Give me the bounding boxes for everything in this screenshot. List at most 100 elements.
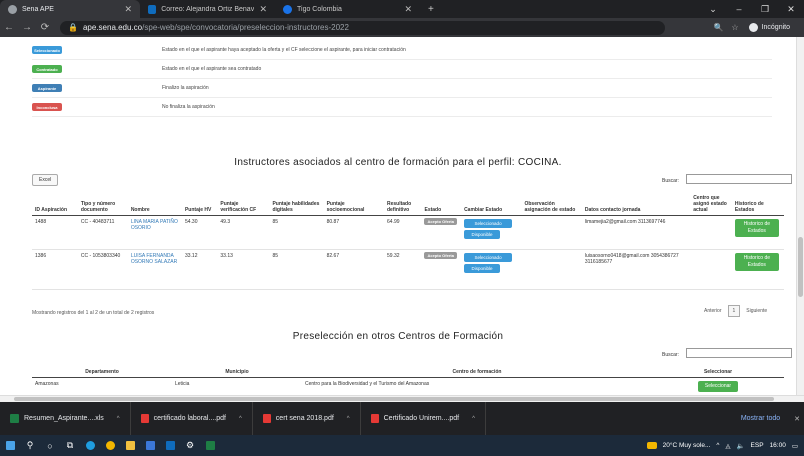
settings-icon[interactable]: ⚙ (180, 435, 200, 456)
status-badge: Aspirante (32, 84, 62, 92)
back-icon[interactable]: ← (0, 22, 18, 33)
address-bar-row: ← → ⟳ 🔒 ape.sena.edu.co /spe-web/spe/con… (0, 18, 804, 37)
instructores-table: ID Aspiración Tipo y número documento No… (32, 193, 784, 290)
globe-icon (8, 4, 17, 14)
pdf-file-icon (370, 414, 379, 423)
chrome-icon[interactable] (100, 435, 120, 456)
tab-search-icon[interactable]: ⌄ (700, 0, 726, 18)
status-badge: Seleccionado (32, 46, 62, 54)
vertical-scrollbar[interactable] (796, 37, 804, 395)
close-tab-icon[interactable]: ✕ (259, 4, 267, 15)
disponible-button[interactable]: Disponible (464, 264, 501, 273)
zoom-icon[interactable]: 🔍 (713, 23, 723, 32)
network-icon[interactable]: ◬ (725, 442, 730, 450)
historico-button[interactable]: Historico de Estados (734, 219, 779, 237)
table-row: 1386 CC - 1053803340 LUISA FERNANDA OSOR… (32, 249, 784, 290)
seleccionado-button[interactable]: Seleccionado (464, 253, 513, 262)
status-badge: Inconclusa (32, 103, 62, 111)
pdf-file-icon (140, 414, 149, 423)
forward-icon[interactable]: → (18, 22, 36, 33)
table-header-row: ID Aspiración Tipo y número documento No… (32, 193, 784, 216)
show-all-downloads-button[interactable]: Mostrar todo (727, 415, 794, 422)
close-tab-icon[interactable]: ✕ (124, 4, 132, 15)
excel-taskbar-icon[interactable] (200, 435, 220, 456)
minimize-icon[interactable]: – (726, 0, 752, 18)
tab-correo[interactable]: Correo: Alejandra Ortiz Benavide ✕ (140, 0, 275, 18)
chevron-up-icon[interactable]: ^ (239, 416, 242, 422)
new-tab-button[interactable]: + (420, 0, 442, 18)
legend-row: Contratado Estado en el que el aspirante… (32, 60, 772, 79)
chevron-up-icon[interactable]: ^ (472, 416, 475, 422)
reload-icon[interactable]: ⟳ (36, 22, 54, 33)
close-downloads-icon[interactable]: ✕ (794, 415, 804, 423)
outlook-icon (148, 4, 157, 14)
tab-tigo[interactable]: Tigo Colombia ✕ (275, 0, 420, 18)
download-item[interactable]: Resumen_Aspirante....xls ^ (0, 402, 131, 435)
prev-page-button[interactable]: Anterior (704, 308, 722, 314)
window-controls: ⌄ – ❐ ✕ (700, 0, 804, 18)
weather-widget[interactable]: 20°C Muy sole... (663, 442, 711, 449)
notifications-icon[interactable]: ▭ (792, 442, 798, 450)
system-tray: 20°C Muy sole... ^ ◬ 🔈 ESP 16:00 ▭ (646, 442, 804, 450)
search-input[interactable] (686, 174, 792, 184)
disponible-button[interactable]: Disponible (464, 230, 501, 239)
store-icon[interactable] (140, 435, 160, 456)
table-info: Mostrando registros del 1 al 2 de un tot… (32, 310, 155, 316)
table-row: 1488 CC - 40483711 LINA MARIA PATIÑO OSO… (32, 215, 784, 250)
otros-centros-table: Departamento Municipio Centro de formaci… (32, 367, 784, 395)
close-tab-icon[interactable]: ✕ (404, 4, 412, 15)
legend-row: Seleccionado Estado en el que el aspiran… (32, 41, 772, 60)
chevron-up-icon[interactable]: ^ (716, 442, 719, 449)
next-page-button[interactable]: Siguiente (746, 308, 767, 314)
table-header-row: Departamento Municipio Centro de formaci… (32, 367, 784, 378)
maximize-icon[interactable]: ❐ (752, 0, 778, 18)
incognito-icon (748, 23, 758, 32)
name-link[interactable]: LINA MARIA PATIÑO OSORIO (127, 215, 182, 250)
status-badge: Acepto Oferta (424, 252, 457, 259)
close-window-icon[interactable]: ✕ (778, 0, 804, 18)
lock-icon: 🔒 (68, 23, 78, 32)
excel-file-icon (10, 414, 19, 423)
section-title-otros-centros: Preselección en otros Centros de Formaci… (292, 331, 504, 342)
cortana-icon[interactable]: ○ (40, 435, 60, 456)
file-explorer-icon[interactable] (120, 435, 140, 456)
volume-icon[interactable]: 🔈 (736, 442, 744, 450)
star-icon[interactable]: ☆ (731, 23, 738, 32)
section-title-instructores: Instructores asociados al centro de form… (234, 157, 562, 168)
seleccionar-button[interactable]: Seleccionar (698, 381, 738, 392)
tab-sena-ape[interactable]: Sena APE ✕ (0, 0, 140, 18)
pagination: Anterior 1 Siguiente (704, 305, 767, 317)
download-item[interactable]: cert sena 2018.pdf ^ (253, 402, 361, 435)
language-indicator[interactable]: ESP (751, 442, 764, 449)
status-badge: Acepto Oferta (424, 218, 457, 225)
name-link[interactable]: LUISA FERNANDA OSORNO SALAZAR (127, 249, 182, 290)
search-input-centros[interactable] (686, 348, 792, 358)
windows-taskbar: ⚲ ○ ⧉ ⚙ 20°C Muy sole... ^ ◬ 🔈 ESP 16:00… (0, 435, 804, 456)
search-icon[interactable]: ⚲ (20, 435, 40, 456)
windows-start-icon[interactable] (0, 435, 20, 456)
downloads-bar: Resumen_Aspirante....xls ^ certificado l… (0, 402, 804, 435)
legend-row: Aspirante Finalizo la aspiración (32, 79, 772, 98)
legend-row: Inconclusa No finaliza la aspiración (32, 98, 772, 117)
url-field[interactable]: 🔒 ape.sena.edu.co /spe-web/spe/convocato… (60, 20, 665, 35)
download-item[interactable]: certificado laboral....pdf ^ (131, 402, 253, 435)
edge-icon[interactable] (80, 435, 100, 456)
page-content: Seleccionado Estado en el que el aspiran… (0, 37, 796, 395)
excel-button[interactable]: Excel (32, 174, 59, 186)
incognito-indicator[interactable]: Incógnito (748, 23, 790, 32)
status-badge: Contratado (32, 65, 62, 73)
weather-icon (646, 442, 657, 449)
tigo-icon (283, 4, 292, 14)
task-view-icon[interactable]: ⧉ (60, 435, 80, 456)
outlook-taskbar-icon[interactable] (160, 435, 180, 456)
chevron-up-icon[interactable]: ^ (347, 416, 350, 422)
chevron-up-icon[interactable]: ^ (117, 416, 120, 422)
table-row: Amazonas Leticia Centro para la Biodiver… (32, 377, 784, 395)
clock[interactable]: 16:00 (770, 442, 786, 449)
horizontal-scrollbar[interactable] (0, 395, 804, 402)
download-item[interactable]: Certificado Unirem....pdf ^ (361, 402, 486, 435)
historico-button[interactable]: Historico de Estados (734, 253, 779, 271)
seleccionado-button[interactable]: Seleccionado (464, 219, 513, 228)
state-legend: Seleccionado Estado en el que el aspiran… (32, 41, 772, 117)
page-1-button[interactable]: 1 (727, 305, 741, 317)
